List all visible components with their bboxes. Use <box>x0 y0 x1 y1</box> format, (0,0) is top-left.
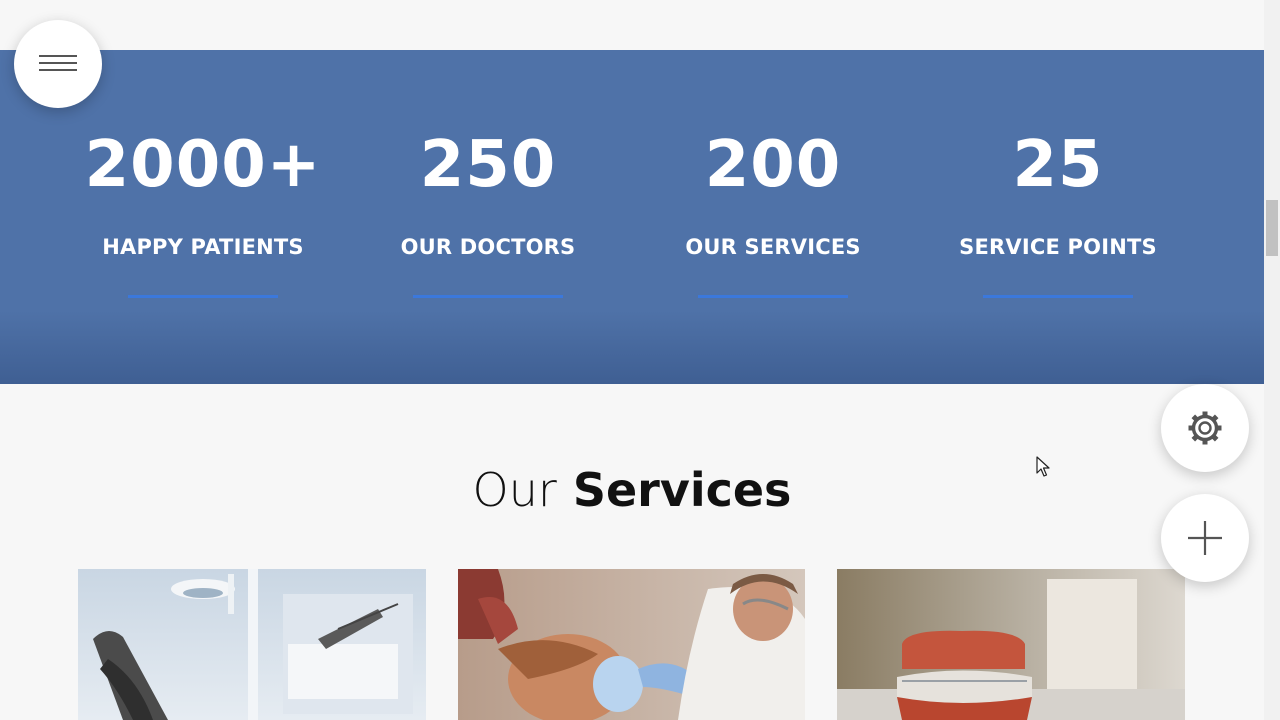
gear-icon <box>1188 411 1222 445</box>
stats-section: 2000+ HAPPY PATIENTS 250 OUR DOCTORS 200… <box>0 50 1264 384</box>
stat-number: 200 <box>704 128 842 202</box>
services-heading: Our Services <box>0 458 1264 522</box>
scrollbar-thumb[interactable] <box>1266 200 1278 256</box>
stat-underline <box>983 295 1133 298</box>
stat-underline <box>698 295 848 298</box>
plus-icon <box>1188 521 1222 555</box>
settings-button[interactable] <box>1161 384 1249 472</box>
services-heading-bold: Services <box>572 463 792 517</box>
stat-underline <box>128 295 278 298</box>
stat-label: SERVICE POINTS <box>959 235 1157 259</box>
service-card-image-braces-model[interactable] <box>837 569 1185 720</box>
menu-button[interactable] <box>14 20 102 108</box>
stat-label: OUR DOCTORS <box>400 235 576 259</box>
top-strip <box>0 0 1264 50</box>
stat-label: HAPPY PATIENTS <box>102 235 304 259</box>
stat-number: 250 <box>419 128 557 202</box>
stat-underline <box>413 295 563 298</box>
service-card-image-child-dentist[interactable] <box>458 569 806 720</box>
stat-number: 2000+ <box>84 128 322 202</box>
scrollbar-track[interactable] <box>1264 0 1280 720</box>
stat-label: OUR SERVICES <box>685 235 861 259</box>
service-card-image-dental-chair[interactable] <box>78 569 426 720</box>
stat-number: 25 <box>1012 128 1104 202</box>
mouse-cursor-icon <box>1036 456 1050 477</box>
services-heading-light: Our <box>472 463 557 517</box>
add-button[interactable] <box>1161 494 1249 582</box>
hamburger-menu-icon <box>39 54 77 74</box>
